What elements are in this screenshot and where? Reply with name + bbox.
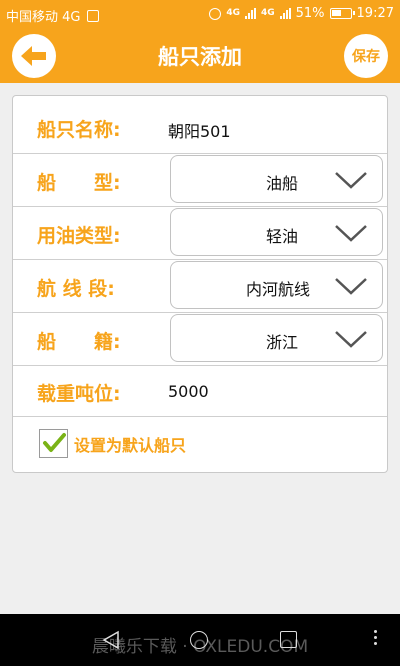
navigation-bar: 晨曦乐下载 · OXLEDU.COM — [0, 614, 400, 666]
battery-icon — [329, 8, 355, 19]
row-fuel-type: 用油类型: 轻油 — [13, 207, 387, 260]
chevron-down-icon — [335, 225, 367, 242]
network-type-2: 4G — [260, 8, 275, 18]
status-bar: 中国移动 4G 4G 4G 51% 19:27 — [0, 0, 400, 27]
route-value: 内河航线 — [245, 280, 310, 299]
fuel-type-value: 轻油 — [265, 227, 298, 246]
ship-name-value[interactable]: 朝阳501 — [168, 118, 231, 142]
row-tonnage: 载重吨位: 5000 — [13, 366, 387, 417]
fuel-type-label: 用油类型: — [37, 225, 121, 247]
chevron-down-icon — [335, 331, 367, 348]
route-label: 航 线 段: — [37, 278, 115, 300]
checkmark-icon — [43, 433, 66, 452]
page-title: 船只添加 — [158, 45, 242, 69]
row-route: 航 线 段: 内河航线 — [13, 260, 387, 313]
nav-home-icon[interactable] — [190, 631, 208, 649]
tonnage-value[interactable]: 5000 — [168, 382, 209, 401]
route-select[interactable]: 内河航线 — [170, 261, 383, 309]
default-ship-toggle[interactable]: 设置为默认船只 — [39, 429, 186, 458]
nav-recent-apps-icon[interactable] — [280, 631, 297, 648]
save-button[interactable]: 保存 — [344, 34, 388, 78]
signal-icon — [244, 8, 256, 19]
default-ship-label: 设置为默认船只 — [74, 435, 187, 455]
registry-select[interactable]: 浙江 — [170, 314, 383, 362]
clock: 19:27 — [356, 6, 394, 21]
carrier-group: 中国移动 4G — [6, 6, 99, 25]
ship-type-select[interactable]: 油船 — [170, 155, 383, 203]
registry-label: 船 籍: — [37, 331, 121, 353]
ship-type-value: 油船 — [265, 174, 298, 193]
signal-icon-2 — [279, 8, 291, 19]
tonnage-label: 载重吨位: — [37, 383, 121, 405]
row-registry: 船 籍: 浙江 — [13, 313, 387, 366]
nav-back-icon[interactable] — [102, 630, 120, 650]
nav-menu-icon[interactable] — [374, 630, 378, 648]
chevron-down-icon — [335, 172, 367, 189]
chevron-down-icon — [335, 278, 367, 295]
default-ship-checkbox[interactable] — [39, 429, 68, 458]
network-type-1: 4G — [226, 8, 240, 18]
registry-value: 浙江 — [265, 333, 298, 352]
ship-type-label: 船 型: — [37, 172, 121, 194]
status-right: 4G 4G 51% 19:27 — [209, 6, 394, 21]
ship-name-label: 船只名称: — [37, 119, 121, 141]
row-ship-type: 船 型: 油船 — [13, 154, 387, 207]
row-ship-name: 船只名称: 朝阳501 — [13, 96, 387, 154]
app-header: 船只添加 保存 — [0, 27, 400, 83]
image-notification-icon — [86, 10, 99, 22]
fuel-type-select[interactable]: 轻油 — [170, 208, 383, 256]
battery-percent: 51% — [295, 6, 325, 21]
ship-form: 船只名称: 朝阳501 船 型: 油船 用油类型: 轻油 航 线 段: 内河航线… — [12, 95, 388, 473]
carrier-text: 中国移动 4G — [6, 10, 81, 25]
alarm-icon — [209, 7, 222, 20]
